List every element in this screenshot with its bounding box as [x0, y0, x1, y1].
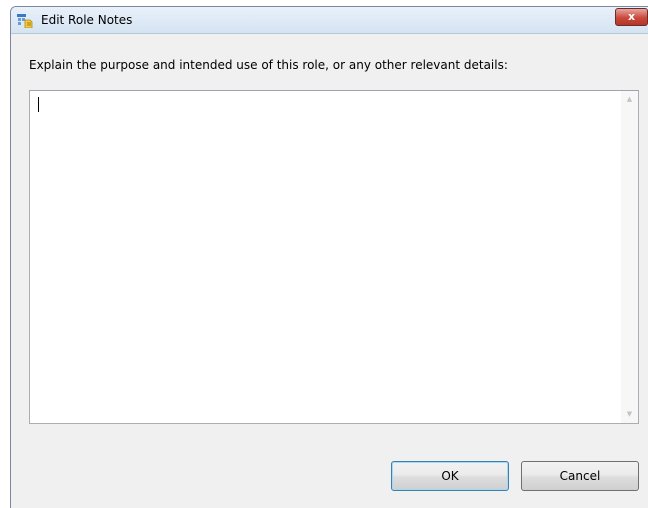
notes-prompt-label: Explain the purpose and intended use of …	[29, 58, 508, 72]
notes-text-area[interactable]	[30, 91, 620, 423]
close-icon: x	[627, 10, 636, 23]
scroll-up-icon[interactable]: ▲	[621, 91, 638, 108]
cancel-button[interactable]: Cancel	[521, 461, 639, 491]
text-caret	[38, 97, 39, 112]
dialog-body: Explain the purpose and intended use of …	[11, 34, 648, 508]
role-notes-icon	[17, 13, 33, 29]
ok-button[interactable]: OK	[391, 461, 509, 491]
scroll-down-icon[interactable]: ▼	[621, 406, 638, 423]
close-button[interactable]: x	[615, 8, 648, 26]
title-bar[interactable]: Edit Role Notes x	[11, 7, 648, 34]
window-title: Edit Role Notes	[41, 13, 133, 27]
edit-role-notes-dialog: Edit Role Notes x Explain the purpose an…	[10, 6, 648, 508]
vertical-scrollbar[interactable]: ▲ ▼	[621, 91, 638, 423]
notes-text-area-frame[interactable]: ▲ ▼	[29, 90, 639, 424]
